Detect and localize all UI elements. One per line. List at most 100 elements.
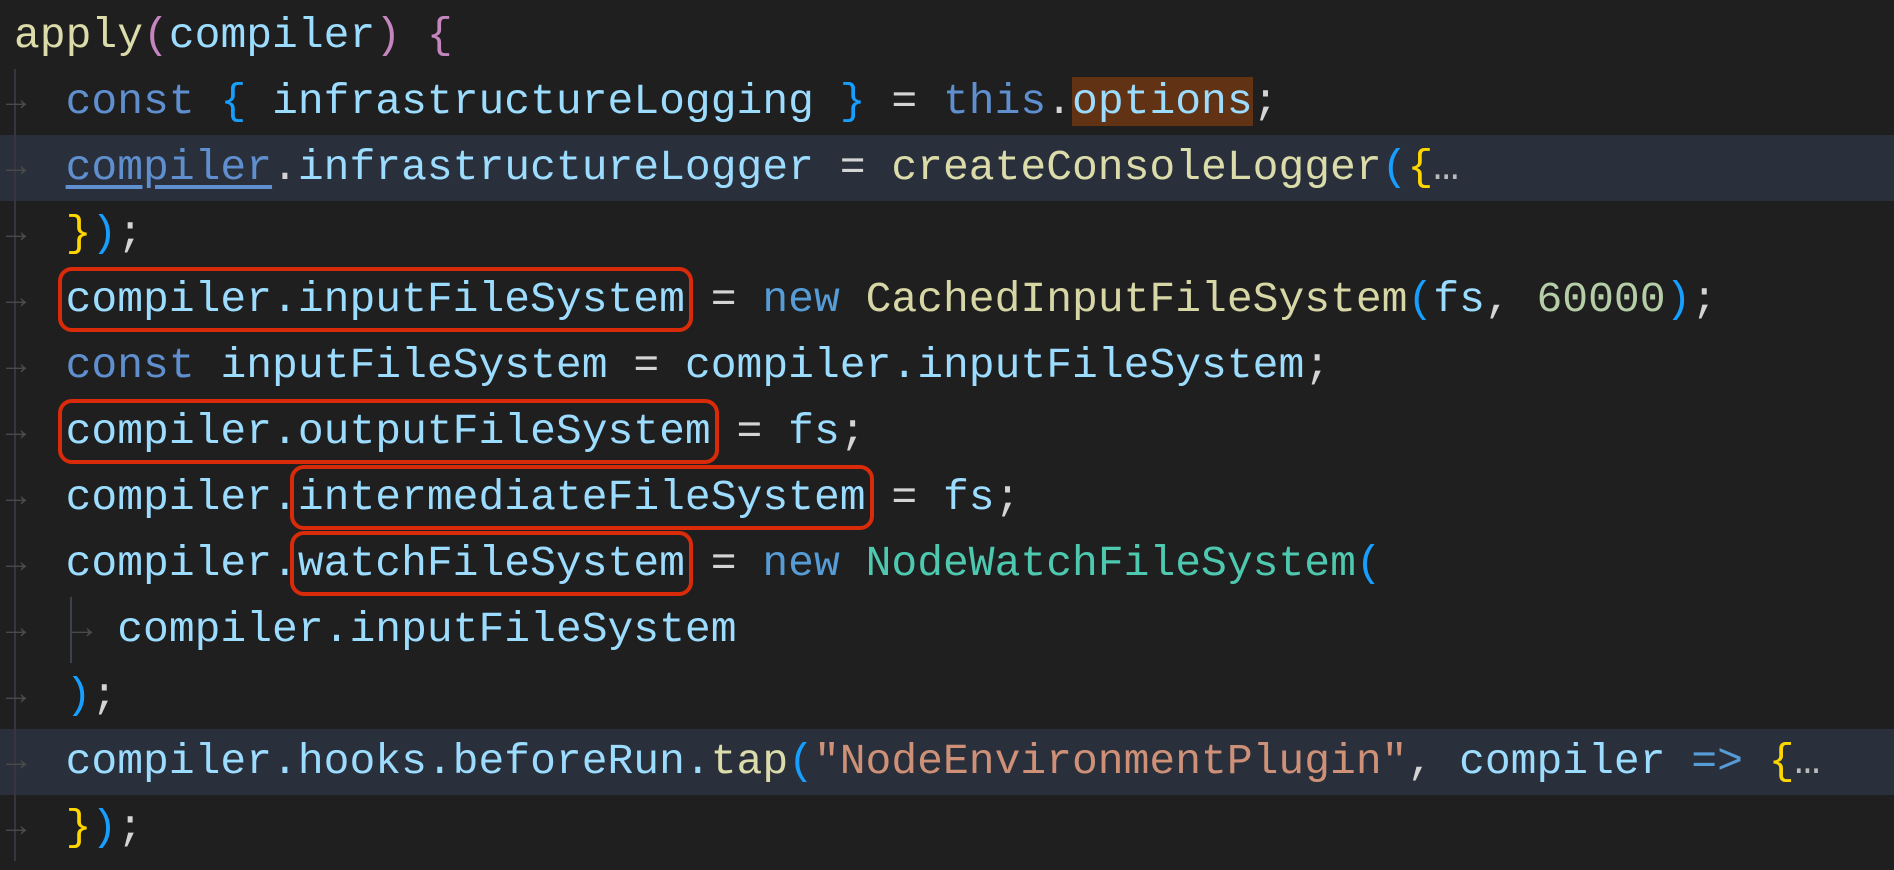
tab-marker-icon: →: [72, 611, 93, 649]
code-token: =: [684, 539, 763, 588]
code-line[interactable]: → });: [0, 795, 1894, 861]
code-token: ;: [1304, 341, 1331, 390]
tab-marker-icon: →: [6, 281, 27, 319]
code-token: (: [143, 11, 169, 60]
tab-marker-icon: →: [6, 809, 27, 847]
tab-marker-icon: →: [6, 413, 27, 451]
code-token: 60000: [1536, 275, 1666, 324]
code-token: tap: [710, 737, 789, 786]
code-token: createConsoleLogger: [891, 143, 1382, 192]
code-token: =: [865, 473, 943, 522]
code-token: {: [220, 77, 247, 126]
code-token: }: [65, 209, 92, 258]
code-line[interactable]: → compiler.inputFileSystem = new CachedI…: [0, 267, 1894, 333]
code-token: ,: [1484, 275, 1537, 324]
code-token: ): [91, 209, 118, 258]
tab-marker-icon: →: [6, 545, 27, 583]
code-token: …: [1433, 143, 1460, 192]
code-token: ;: [1252, 77, 1279, 126]
code-line[interactable]: → compiler.intermediateFileSystem = fs;: [0, 465, 1894, 531]
code-line[interactable]: → compiler.infrastructureLogger = create…: [0, 135, 1894, 201]
tab-marker-icon: →: [6, 677, 27, 715]
tab-marker-icon: →: [6, 83, 27, 121]
code-token: const: [65, 341, 195, 390]
code-token: options: [1072, 77, 1253, 126]
code-token: this: [943, 77, 1047, 126]
code-line[interactable]: → compiler.watchFileSystem = new NodeWat…: [0, 531, 1894, 597]
code-token: ;: [839, 407, 866, 456]
tab-marker-icon: →: [6, 347, 27, 385]
code-token: apply: [14, 11, 144, 60]
code-token: =: [865, 77, 943, 126]
code-token: =>: [1665, 737, 1769, 786]
code-token: ;: [117, 803, 144, 852]
code-token: compiler.inputFileSystem: [684, 341, 1305, 390]
code-token: fs: [942, 473, 995, 522]
code-token: "NodeEnvironmentPlugin": [813, 737, 1408, 786]
code-token: =: [813, 143, 892, 192]
tab-marker-icon: →: [6, 215, 27, 253]
code-token: {: [1768, 737, 1795, 786]
code-token: ;: [994, 473, 1021, 522]
code-token: (: [1381, 143, 1408, 192]
code-line[interactable]: → );: [0, 663, 1894, 729]
highlighted-token: compiler.outputFileSystem: [57, 399, 719, 464]
code-line[interactable]: → compiler.outputFileSystem = fs;: [0, 399, 1894, 465]
code-token: compiler: [168, 11, 376, 60]
code-token: infrastructureLogging: [246, 77, 840, 126]
code-token: ;: [91, 671, 118, 720]
code-token: =: [684, 275, 763, 324]
code-token: {: [426, 11, 453, 60]
code-token: compiler.hooks.beforeRun.: [65, 737, 711, 786]
code-token: (: [1407, 275, 1434, 324]
code-token: {: [1407, 143, 1434, 192]
code-token: }: [65, 803, 92, 852]
code-token: compiler.: [65, 539, 298, 588]
code-token: .: [272, 143, 298, 192]
code-token: =: [607, 341, 685, 390]
code-token: compiler: [1459, 737, 1666, 786]
tab-marker-icon: →: [6, 479, 27, 517]
code-token: new: [762, 539, 840, 588]
code-line[interactable]: apply(compiler) {: [0, 3, 1894, 69]
highlighted-token: intermediateFileSystem: [289, 465, 874, 530]
code-token: (: [1355, 539, 1382, 588]
code-token: ,: [1407, 737, 1460, 786]
code-token: new: [762, 275, 840, 324]
code-editor[interactable]: apply(compiler) {→ const { infrastructur…: [0, 3, 1894, 861]
code-token: ;: [1691, 275, 1718, 324]
code-token: (: [788, 737, 814, 786]
code-token: .: [1046, 77, 1073, 126]
code-line[interactable]: → });: [0, 201, 1894, 267]
code-token: ): [1665, 275, 1692, 324]
highlighted-token: compiler.inputFileSystem: [57, 267, 693, 332]
code-line[interactable]: → const inputFileSystem = compiler.input…: [0, 333, 1894, 399]
code-token: compiler.: [65, 473, 298, 522]
code-token: compiler: [65, 143, 273, 192]
code-token: ): [91, 803, 118, 852]
tab-marker-icon: →: [6, 149, 27, 187]
code-token: CachedInputFileSystem: [865, 275, 1408, 324]
code-token: ): [65, 671, 92, 720]
code-token: NodeWatchFileSystem: [865, 539, 1356, 588]
code-line[interactable]: → compiler.hooks.beforeRun.tap("NodeEnvi…: [0, 729, 1894, 795]
code-token: }: [839, 77, 866, 126]
code-token: =: [710, 407, 789, 456]
tab-marker-icon: →: [6, 743, 27, 781]
code-line[interactable]: → const { infrastructureLogging } = this…: [0, 69, 1894, 135]
code-token: fs: [1433, 275, 1485, 324]
code-token: …: [1794, 737, 1821, 786]
code-line[interactable]: → → compiler.inputFileSystem: [0, 597, 1894, 663]
code-token: infrastructureLogger: [297, 143, 814, 192]
code-token: inputFileSystem: [220, 341, 608, 390]
code-token: fs: [788, 407, 840, 456]
code-token: compiler.inputFileSystem: [117, 605, 737, 654]
highlighted-token: watchFileSystem: [289, 531, 693, 596]
code-token: ): [375, 11, 402, 60]
